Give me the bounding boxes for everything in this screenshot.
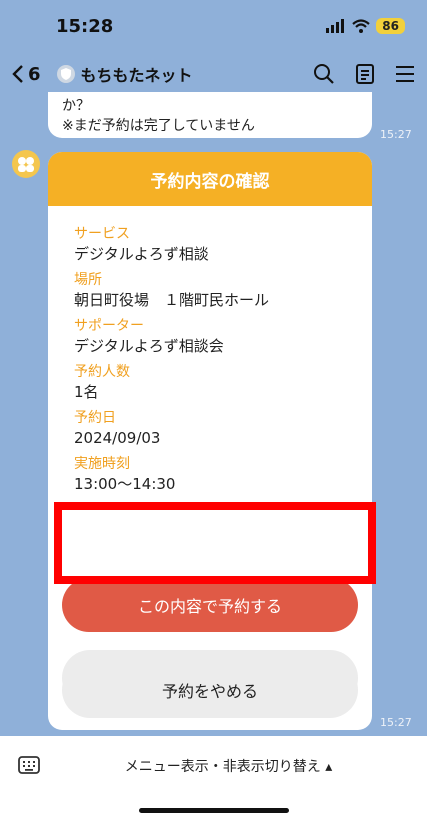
back-button[interactable]: 6 bbox=[12, 64, 41, 85]
detail-date: 予約日 2024/09/03 bbox=[74, 408, 346, 449]
unread-count: 6 bbox=[28, 63, 41, 85]
detail-value: 1名 bbox=[74, 383, 99, 401]
notes-icon[interactable] bbox=[355, 63, 375, 85]
detail-time: 実施時刻 13:00～14:30 bbox=[74, 454, 346, 495]
card-header: 予約内容の確認 bbox=[48, 152, 372, 206]
chat-area[interactable]: か？ ※まだ予約は完了していません 15:27 予約内容の確認 サービス デジタ… bbox=[0, 92, 427, 736]
detail-label: サービス bbox=[74, 226, 130, 242]
bot-avatar[interactable] bbox=[12, 150, 40, 178]
menu-icon[interactable] bbox=[395, 65, 415, 83]
detail-value: 朝日町役場 １階町民ホール bbox=[74, 291, 270, 309]
reservation-details: サービス デジタルよろず相談 場所 朝日町役場 １階町民ホール サポーター デジ… bbox=[48, 206, 372, 495]
header-actions bbox=[313, 63, 415, 85]
reservation-confirm-card: 予約内容の確認 サービス デジタルよろず相談 場所 朝日町役場 １階町民ホール … bbox=[48, 152, 372, 730]
shield-icon bbox=[56, 65, 75, 83]
previous-message-bubble: か？ ※まだ予約は完了していません bbox=[48, 92, 372, 138]
detail-label: 実施時刻 bbox=[74, 456, 130, 472]
detail-location: 場所 朝日町役場 １階町民ホール bbox=[74, 270, 346, 311]
message-line: か？ bbox=[62, 98, 90, 114]
status-time: 15:28 bbox=[56, 15, 114, 37]
detail-supporter: サポーター デジタルよろず相談会 bbox=[74, 316, 346, 357]
avatar-icon bbox=[18, 157, 34, 172]
message-time: 15:27 bbox=[380, 128, 412, 141]
detail-label: 予約日 bbox=[74, 410, 116, 426]
menu-toggle-button[interactable]: メニュー表示・非表示切り替え ▴ bbox=[0, 756, 427, 776]
message-time: 15:27 bbox=[380, 716, 412, 729]
detail-value: 2024/09/03 bbox=[74, 429, 161, 447]
bottom-bar: メニュー表示・非表示切り替え ▴ bbox=[0, 736, 427, 824]
chat-title-text: もちもたネット bbox=[80, 66, 193, 85]
home-indicator bbox=[139, 808, 289, 813]
detail-label: サポーター bbox=[74, 318, 144, 334]
detail-label: 場所 bbox=[74, 272, 102, 288]
search-icon[interactable] bbox=[313, 63, 335, 85]
detail-value: デジタルよろず相談会 bbox=[74, 337, 224, 355]
confirm-reservation-button[interactable]: この内容で予約する bbox=[62, 578, 358, 632]
status-icons: 86 bbox=[326, 18, 405, 34]
chat-title: もちもたネット bbox=[56, 62, 193, 86]
cancel-reservation-button[interactable]: 予約をやめる bbox=[62, 662, 358, 718]
detail-party-size: 予約人数 1名 bbox=[74, 362, 346, 403]
chevron-left-icon bbox=[12, 65, 23, 83]
battery-icon: 86 bbox=[376, 18, 405, 34]
message-line: ※まだ予約は完了していません bbox=[62, 118, 255, 134]
wifi-icon bbox=[352, 19, 371, 33]
detail-label: 予約人数 bbox=[74, 364, 130, 380]
detail-service: サービス デジタルよろず相談 bbox=[74, 224, 346, 265]
detail-value: デジタルよろず相談 bbox=[74, 245, 209, 263]
chat-header: 6 もちもたネット bbox=[0, 56, 427, 92]
status-bar: 15:28 86 bbox=[0, 0, 427, 52]
detail-value: 13:00～14:30 bbox=[74, 475, 176, 493]
signal-icon bbox=[326, 19, 345, 33]
